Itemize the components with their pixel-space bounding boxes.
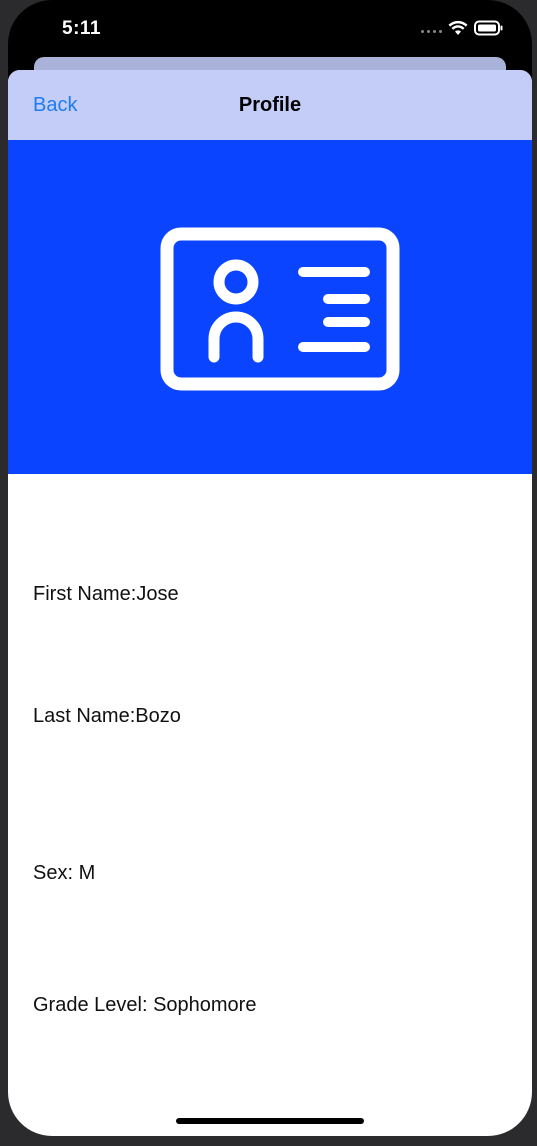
last-name-label: Last Name:Bozo <box>33 705 181 727</box>
id-card-icon <box>160 227 400 391</box>
profile-banner <box>8 140 532 474</box>
status-time: 5:11 <box>62 18 101 39</box>
phone-screen: 5:11 Back Profile First Name:Jose Last N… <box>8 0 532 1136</box>
wifi-icon <box>448 20 468 35</box>
battery-icon <box>474 20 503 36</box>
first-name-label: First Name:Jose <box>33 583 179 605</box>
profile-sheet: Back Profile First Name:Jose Last Name:B… <box>8 70 532 1136</box>
device-frame: 5:11 Back Profile First Name:Jose Last N… <box>0 0 537 1146</box>
page-title: Profile <box>238 94 302 116</box>
navigation-bar: Back Profile <box>8 70 532 140</box>
grade-level-label: Grade Level: Sophomore <box>33 994 257 1016</box>
status-icons <box>421 20 504 36</box>
signal-dots-icon <box>421 23 442 33</box>
sex-label: Sex: M <box>33 862 96 884</box>
home-indicator[interactable] <box>176 1118 364 1124</box>
notch <box>141 0 403 38</box>
